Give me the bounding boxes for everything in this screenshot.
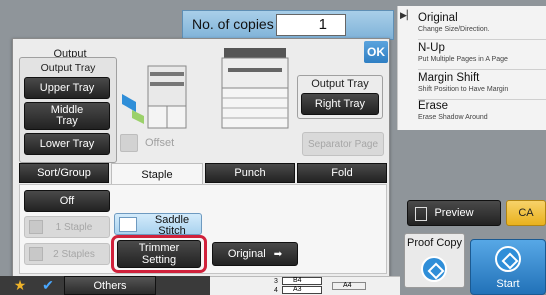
saddle-stitch-label: Saddle Stitch	[154, 214, 190, 235]
offset-checkbox[interactable]	[120, 134, 138, 152]
one-staple-icon	[29, 220, 43, 234]
two-staples-button[interactable]: 2 Staples	[24, 243, 110, 265]
function-desc: Change Size/Direction.	[418, 26, 490, 33]
function-title: Erase	[418, 100, 449, 112]
one-staple-button[interactable]: 1 Staple	[24, 216, 110, 238]
preview-button[interactable]: Preview	[407, 200, 501, 226]
function-title: N-Up	[418, 42, 445, 54]
tab-punch[interactable]: Punch	[205, 163, 295, 183]
paper-select-area[interactable]: 3 B4 4 A3 A4	[210, 276, 400, 295]
start-icon	[495, 246, 521, 272]
ok-button[interactable]: OK	[364, 41, 388, 63]
staple-off-button[interactable]: Off	[24, 190, 110, 212]
others-button[interactable]: Others	[64, 276, 156, 295]
copier-machine-icon	[221, 48, 289, 129]
middle-tray-button[interactable]: Middle Tray	[24, 102, 110, 130]
clear-all-button[interactable]: CA	[506, 200, 546, 226]
tab-fold[interactable]: Fold	[297, 163, 387, 183]
copies-input[interactable]: 1	[276, 14, 346, 36]
paper-size: A3	[282, 286, 322, 294]
output-tray-label: Output Tray	[40, 62, 96, 74]
original-label: Original	[227, 248, 266, 260]
one-staple-label: 1 Staple	[55, 221, 93, 233]
two-staples-icon	[29, 247, 43, 261]
arrow-right-icon: ➡	[273, 248, 283, 260]
paper-size: B4	[282, 277, 322, 285]
start-button[interactable]: Start	[470, 239, 546, 295]
tab-sort-group[interactable]: Sort/Group	[19, 163, 109, 183]
proof-copy-button[interactable]: Proof Copy	[404, 233, 465, 288]
separator-page-button[interactable]: Separator Page	[302, 132, 384, 156]
finisher-machine-icon	[122, 65, 187, 129]
function-desc: Put Multiple Pages in A Page	[418, 56, 508, 63]
function-title: Original	[418, 12, 458, 24]
trimmer-setting-button[interactable]: Trimmer Setting	[117, 240, 201, 268]
saddle-stitch-icon	[119, 217, 137, 232]
function-item-margin-shift[interactable]: Margin Shift Shift Position to Have Marg…	[418, 72, 546, 100]
proof-copy-icon	[421, 256, 447, 282]
upper-tray-button[interactable]: Upper Tray	[24, 77, 110, 99]
right-tray-button[interactable]: Right Tray	[301, 93, 379, 115]
lower-tray-button[interactable]: Lower Tray	[24, 133, 110, 155]
function-item-n-up[interactable]: N-Up Put Multiple Pages in A Page	[418, 42, 546, 70]
proof-copy-label: Proof Copy	[406, 237, 463, 249]
start-label: Start	[496, 278, 520, 290]
preview-icon	[415, 207, 427, 221]
saddle-stitch-button[interactable]: Saddle Stitch	[114, 213, 202, 235]
function-desc: Shift Position to Have Margin	[418, 86, 509, 93]
paper-row-number: 4	[274, 287, 278, 294]
original-button[interactable]: Original ➡	[212, 242, 298, 266]
tab-staple[interactable]: Staple	[111, 163, 203, 185]
paper-size-extra: A4	[332, 282, 366, 290]
function-list: Original Change Size/Direction. N-Up Put…	[397, 6, 546, 130]
two-staples-label: 2 Staples	[53, 248, 95, 260]
paper-row-number: 3	[274, 278, 278, 285]
function-title: Margin Shift	[418, 72, 480, 84]
offset-label: Offset	[145, 137, 175, 149]
function-desc: Erase Shadow Around	[418, 114, 488, 121]
collapse-arrow-icon[interactable]: ▶▏	[400, 10, 414, 22]
preview-label: Preview	[434, 207, 474, 219]
favorite-star-icon[interactable]: ★	[10, 277, 30, 294]
function-item-erase[interactable]: Erase Erase Shadow Around	[418, 100, 546, 128]
function-item-original[interactable]: Original Change Size/Direction.	[418, 12, 546, 40]
check-icon[interactable]: ✔	[38, 277, 58, 294]
right-output-tray-label: Output Tray	[311, 78, 369, 90]
copies-label: No. of copies	[192, 16, 274, 32]
